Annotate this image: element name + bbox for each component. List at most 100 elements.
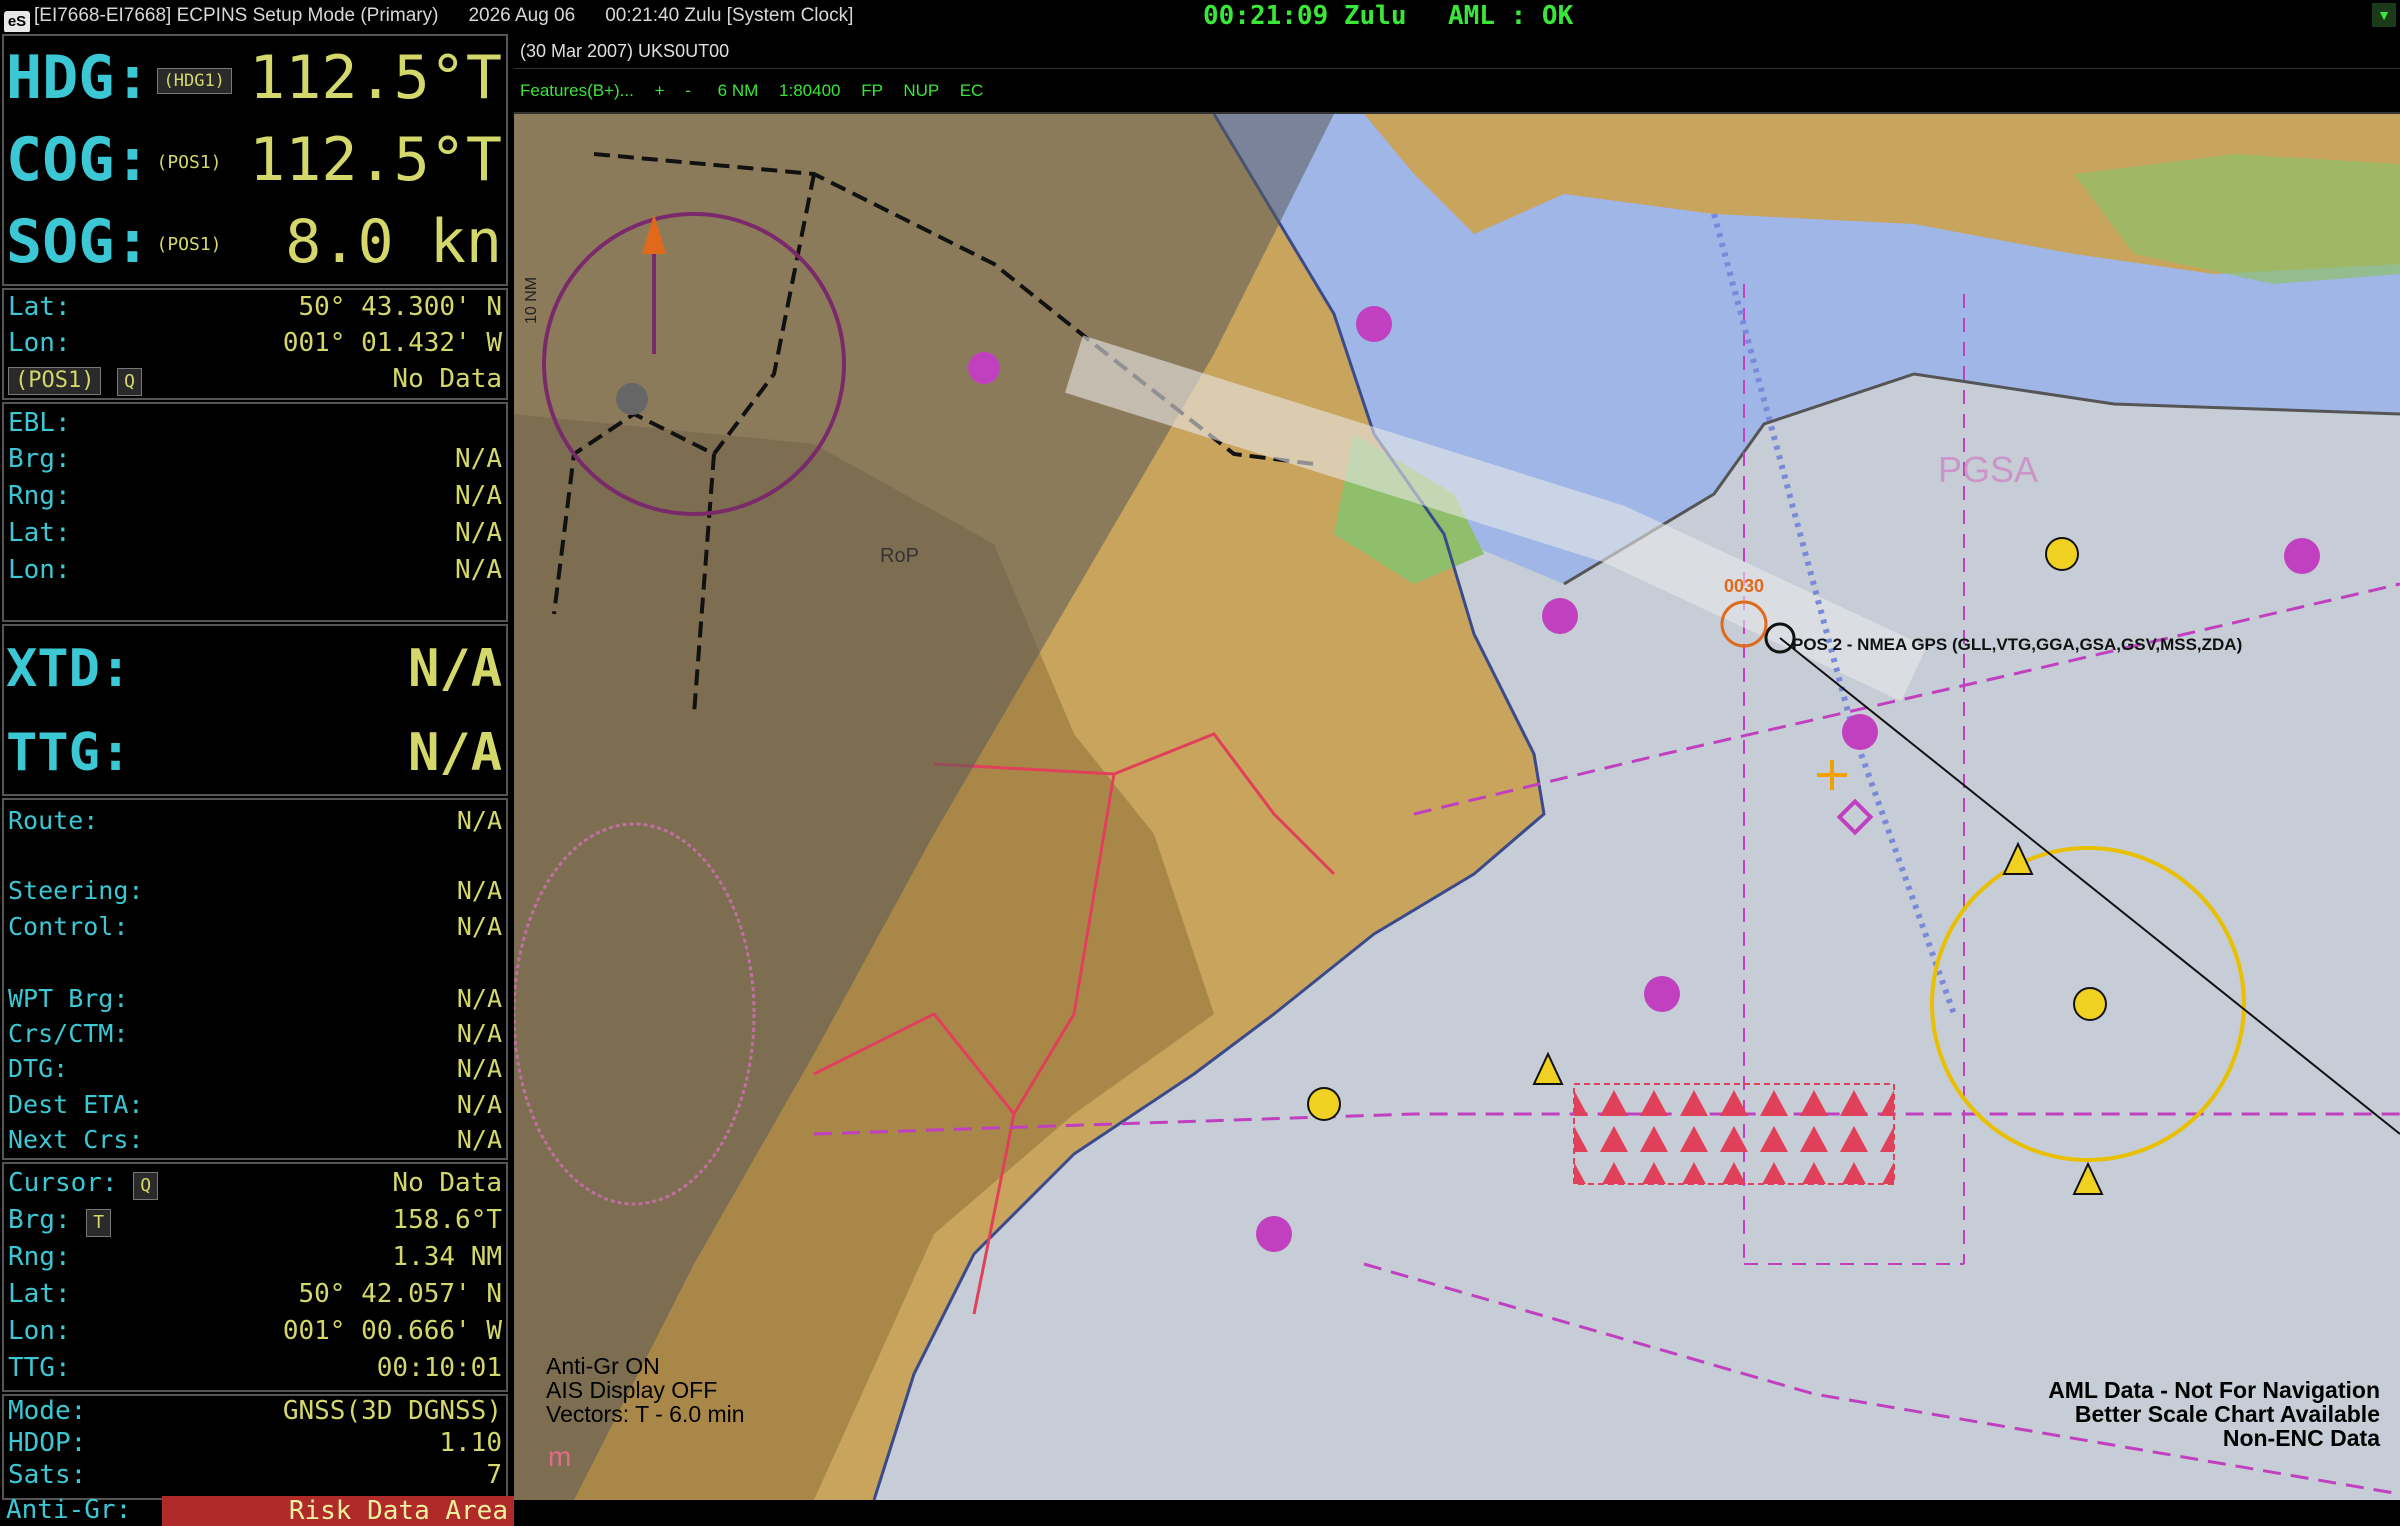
chevron-down-icon: ▼ xyxy=(2377,7,2391,23)
chart-overlay-left: Anti-Gr ON AIS Display OFF Vectors: T - … xyxy=(546,1354,745,1426)
ebl-rng-label: Rng: xyxy=(8,481,71,511)
cursor-lat-value: 50° 42.057' N xyxy=(298,1279,503,1309)
hdg-source-button[interactable]: (HDG1) xyxy=(156,68,232,95)
sats-label: Sats: xyxy=(8,1460,87,1490)
ais-label: POS 2 - NMEA GPS (GLL,VTG,GGA,GSA,GSV,MS… xyxy=(1792,635,2242,654)
position-quality-button[interactable]: Q xyxy=(117,368,142,396)
sats-value: 7 xyxy=(486,1460,502,1490)
cursor-lon-label: Lon: xyxy=(8,1316,71,1346)
chart-canvas[interactable]: 0030 POS 2 - NMEA GPS (GLL,VTG,GGA,GSA,G… xyxy=(514,114,2400,1500)
red-triangle-area xyxy=(1573,1083,1895,1185)
ais-display-status: AIS Display OFF xyxy=(546,1377,718,1403)
sog-row: SOG: (POS1) xyxy=(6,202,222,285)
gray-dot xyxy=(616,383,648,415)
ebl-brg-value: N/A xyxy=(455,444,502,474)
lat-label: Lat: xyxy=(8,292,71,322)
vectors-status: Vectors: T - 6.0 min xyxy=(546,1401,745,1427)
xtd-value: N/A xyxy=(408,639,502,699)
steering-value: N/A xyxy=(456,876,502,905)
window-title: [EI7668-EI7668] ECPINS Setup Mode (Prima… xyxy=(34,5,439,26)
crs-label: Crs/CTM: xyxy=(8,1019,129,1048)
lon-value: 001° 01.432' W xyxy=(282,328,502,358)
title-time: 00:21:40 Zulu [System Clock] xyxy=(605,5,854,26)
hdop-label: HDOP: xyxy=(8,1428,87,1458)
aml-status: AML : OK xyxy=(1448,1,1574,31)
ebl-rng-value: N/A xyxy=(455,481,502,511)
xtd-label: XTD: xyxy=(6,639,132,699)
cog-value: 112.5°T xyxy=(249,125,502,195)
fp-button[interactable]: FP xyxy=(861,81,882,100)
ttg-label: TTG: xyxy=(6,723,132,783)
ebl-lat-label: Lat: xyxy=(8,518,71,548)
cog-source: (POS1) xyxy=(156,152,222,174)
chart-cell-id: (30 Mar 2007) UKS0UT00 xyxy=(520,41,730,61)
zoom-in-button[interactable]: + xyxy=(655,81,665,100)
lon-label: Lon: xyxy=(8,328,71,358)
chart-header: (30 Mar 2007) UKS0UT00 xyxy=(514,34,2400,69)
zoom-out-button[interactable]: - xyxy=(685,81,691,100)
steering-label: Steering: xyxy=(8,876,144,905)
route-box: Route: N/A Steering: N/A Control: N/A WPT B… xyxy=(2,798,508,1160)
cursor-quality: No Data xyxy=(392,1168,502,1198)
position-box: Lat: 50° 43.300' N Lon: 001° 01.432' W (PO… xyxy=(2,288,508,400)
range-button[interactable]: 6 NM xyxy=(718,81,759,100)
sog-label: SOG: xyxy=(6,207,151,277)
lat-value: 50° 43.300' N xyxy=(298,292,503,322)
cog-label: COG: xyxy=(6,125,151,195)
sog-source: (POS1) xyxy=(156,234,222,256)
m-label: m xyxy=(548,1441,571,1472)
cursor-lon-value: 001° 00.666' W xyxy=(282,1316,502,1346)
control-label: Control: xyxy=(8,912,129,941)
ebl-lat-value: N/A xyxy=(455,518,502,548)
cursor-quality-button[interactable]: Q xyxy=(133,1172,159,1200)
cursor-title: Cursor: xyxy=(8,1168,118,1198)
hdg-label: HDG: xyxy=(6,43,151,113)
cursor-ttg-value: 00:10:01 xyxy=(376,1353,502,1383)
wpt-brg-value: N/A xyxy=(456,984,502,1013)
ebl-brg-label: Brg: xyxy=(8,444,71,474)
dtg-value: N/A xyxy=(456,1054,502,1083)
wpt-brg-label: WPT Brg: xyxy=(8,984,129,1013)
antigr-row: Anti-Gr: xyxy=(6,1494,131,1526)
north-up-button[interactable]: NUP xyxy=(903,81,939,100)
cursor-box: Cursor: Q No Data Brg: T 158.6°T Rng: 1.34 … xyxy=(2,1162,508,1392)
features-button[interactable]: Features(B+)... xyxy=(520,81,634,100)
dtg-label: DTG: xyxy=(8,1054,69,1083)
cursor-lat-label: Lat: xyxy=(8,1279,71,1309)
left-panel: HDG: (HDG1) 112.5°T COG: (POS1) 112.5°T SO… xyxy=(0,32,514,1526)
scale-label: 10 NM xyxy=(523,277,540,324)
cursor-true-toggle[interactable]: T xyxy=(86,1209,112,1237)
route-value: N/A xyxy=(456,806,502,835)
chart-display[interactable]: 0030 POS 2 - NMEA GPS (GLL,VTG,GGA,GSA,G… xyxy=(514,114,2400,1500)
place-label: RoP xyxy=(880,545,919,567)
depth-label: 0030 xyxy=(1724,576,1764,596)
gnss-mode-value: GNSS(3D DGNSS) xyxy=(282,1396,502,1426)
chart-toolbar: Features(B+)... + - 6 NM 1:80400 FP NUP … xyxy=(514,70,2400,114)
system-clock: 00:21:09 Zulu xyxy=(1203,1,1407,31)
ec-button[interactable]: EC xyxy=(960,81,984,100)
sog-value: 8.0 kn xyxy=(285,207,502,277)
next-crs-value: N/A xyxy=(456,1125,502,1154)
better-scale-warning: Better Scale Chart Available xyxy=(2074,1401,2380,1427)
ttg-value: N/A xyxy=(408,723,502,783)
app-logo-icon: eS xyxy=(4,11,30,32)
scale-button[interactable]: 1:80400 xyxy=(779,81,840,100)
cursor-ttg-label: TTG: xyxy=(8,1353,71,1383)
ebl-lon-label: Lon: xyxy=(8,555,71,585)
route-label: Route: xyxy=(8,806,99,835)
position-source-button[interactable]: (POS1) xyxy=(8,367,102,395)
cursor-brg-label: Brg: xyxy=(8,1205,71,1235)
position-quality: No Data xyxy=(392,364,502,394)
control-value: N/A xyxy=(456,912,502,941)
antigr-status-badge: Risk Data Area xyxy=(162,1496,514,1526)
non-enc-warning: Non-ENC Data xyxy=(2222,1425,2380,1451)
title-bar: eS [EI7668-EI7668] ECPINS Setup Mode (Pri… xyxy=(0,0,1200,32)
ebl-title: EBL: xyxy=(8,408,71,438)
next-crs-label: Next Crs: xyxy=(8,1125,144,1154)
cog-row: COG: (POS1) xyxy=(6,120,222,203)
status-dropdown-button[interactable]: ▼ xyxy=(2372,3,2396,27)
gnss-mode-label: Mode: xyxy=(8,1396,87,1426)
hdop-value: 1.10 xyxy=(439,1428,502,1458)
hdg-value: 112.5°T xyxy=(249,43,502,113)
eta-value: N/A xyxy=(456,1090,502,1119)
